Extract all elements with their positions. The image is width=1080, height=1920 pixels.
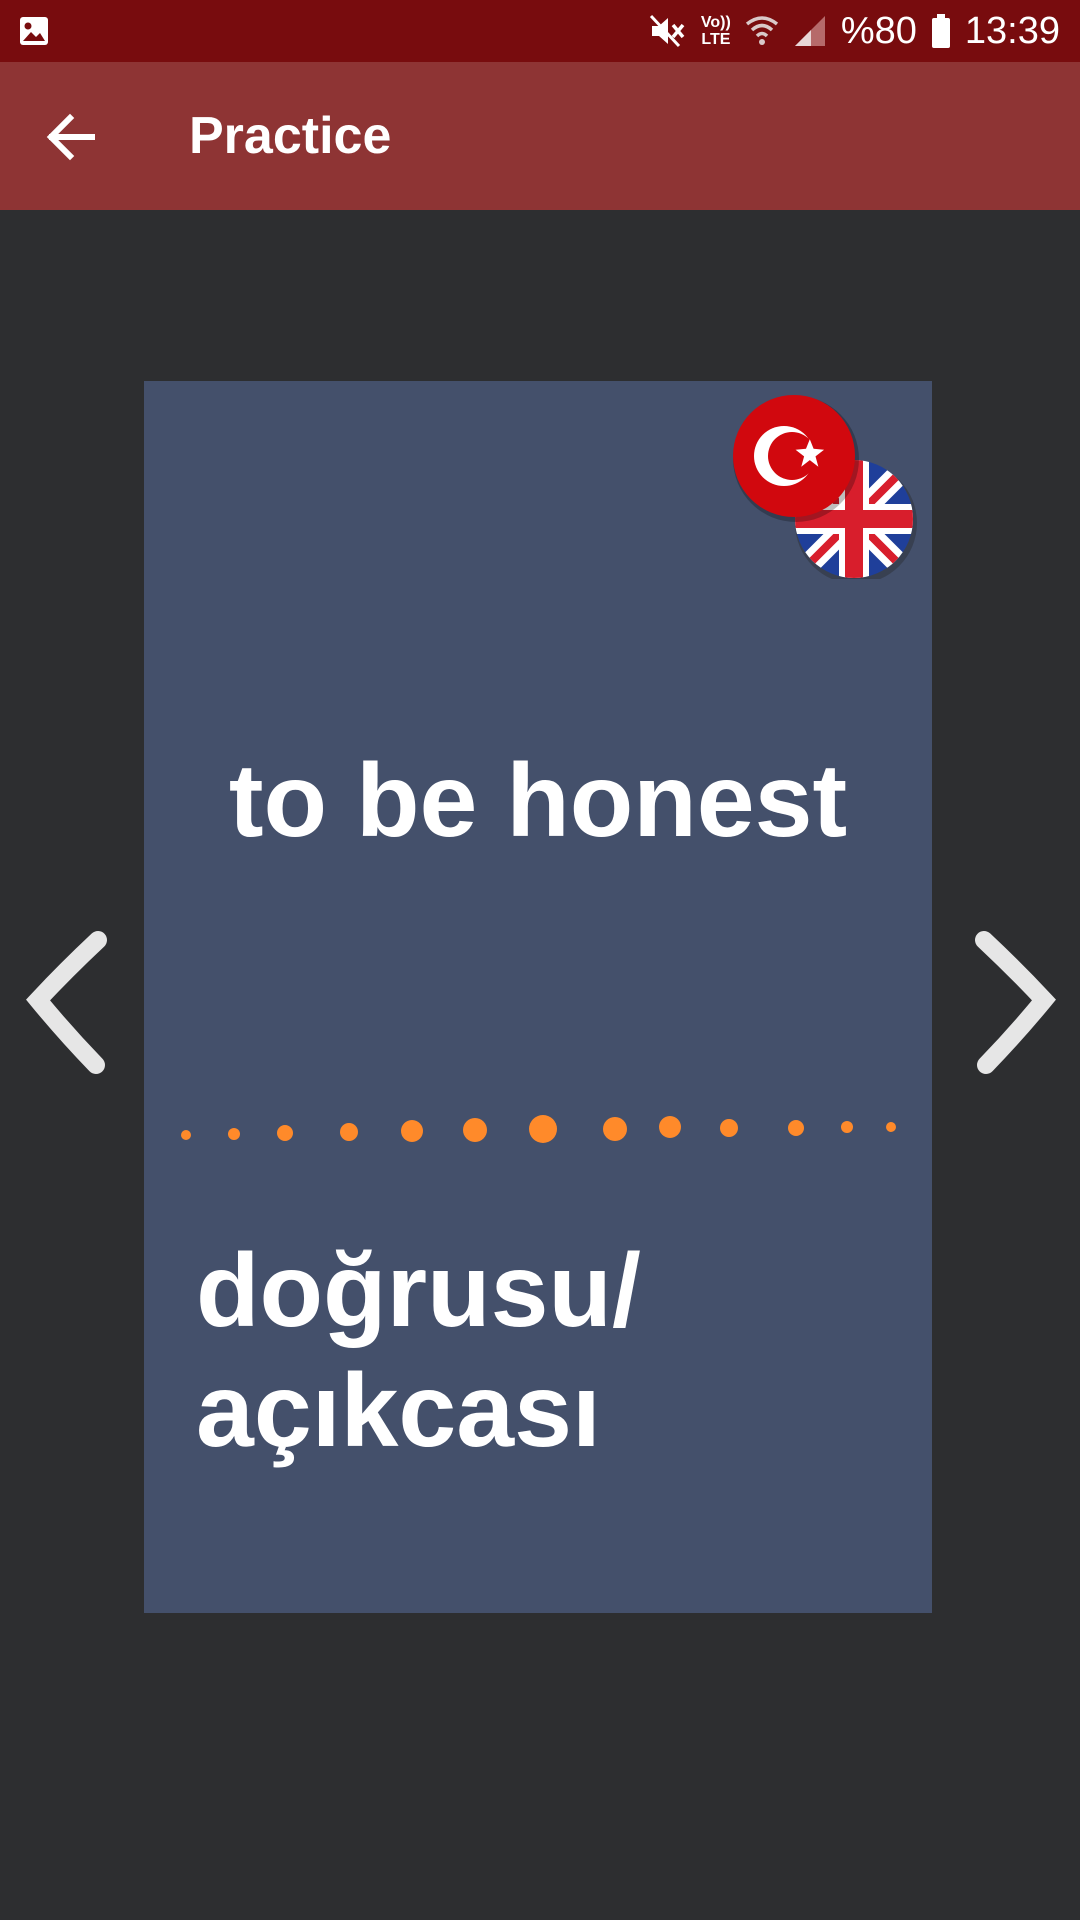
- status-icons: Vo)) LTE %80 13:39: [649, 0, 1060, 62]
- turkey-flag-icon: [733, 395, 859, 522]
- translation-text: doğrusu/ açıkcası: [196, 1233, 641, 1469]
- divider-dot: [788, 1120, 804, 1136]
- status-bar: Vo)) LTE %80 13:39: [0, 0, 1080, 62]
- gallery-icon: [20, 17, 48, 45]
- volte-icon: Vo)) LTE: [700, 14, 731, 48]
- dot-divider: [181, 1115, 896, 1143]
- signal-icon: [794, 16, 825, 46]
- wifi-icon: [745, 16, 778, 45]
- divider-dot: [463, 1118, 487, 1142]
- divider-dot: [720, 1119, 738, 1137]
- app-bar: Practice: [0, 62, 1080, 210]
- divider-dot: [529, 1115, 557, 1143]
- divider-dot: [181, 1130, 191, 1140]
- divider-dot: [277, 1125, 293, 1141]
- battery-percentage: %80: [840, 9, 917, 52]
- page-title: Practice: [189, 107, 392, 165]
- arrow-left-icon[interactable]: [38, 104, 104, 170]
- divider-dot: [401, 1120, 423, 1142]
- chevron-right-icon[interactable]: [966, 930, 1056, 1075]
- clock: 13:39: [964, 9, 1060, 52]
- language-flags: [733, 395, 917, 579]
- battery-icon: [931, 14, 950, 48]
- divider-dot: [841, 1121, 853, 1133]
- divider-dot: [659, 1116, 681, 1138]
- mute-icon: [649, 14, 685, 48]
- divider-dot: [603, 1117, 627, 1141]
- term-text: to be honest: [228, 743, 848, 859]
- divider-dot: [886, 1122, 896, 1132]
- chevron-left-icon[interactable]: [26, 930, 116, 1075]
- flashcard[interactable]: to be honest doğrusu/ açıkcası: [144, 381, 932, 1613]
- divider-dot: [340, 1123, 358, 1141]
- divider-dot: [228, 1128, 240, 1140]
